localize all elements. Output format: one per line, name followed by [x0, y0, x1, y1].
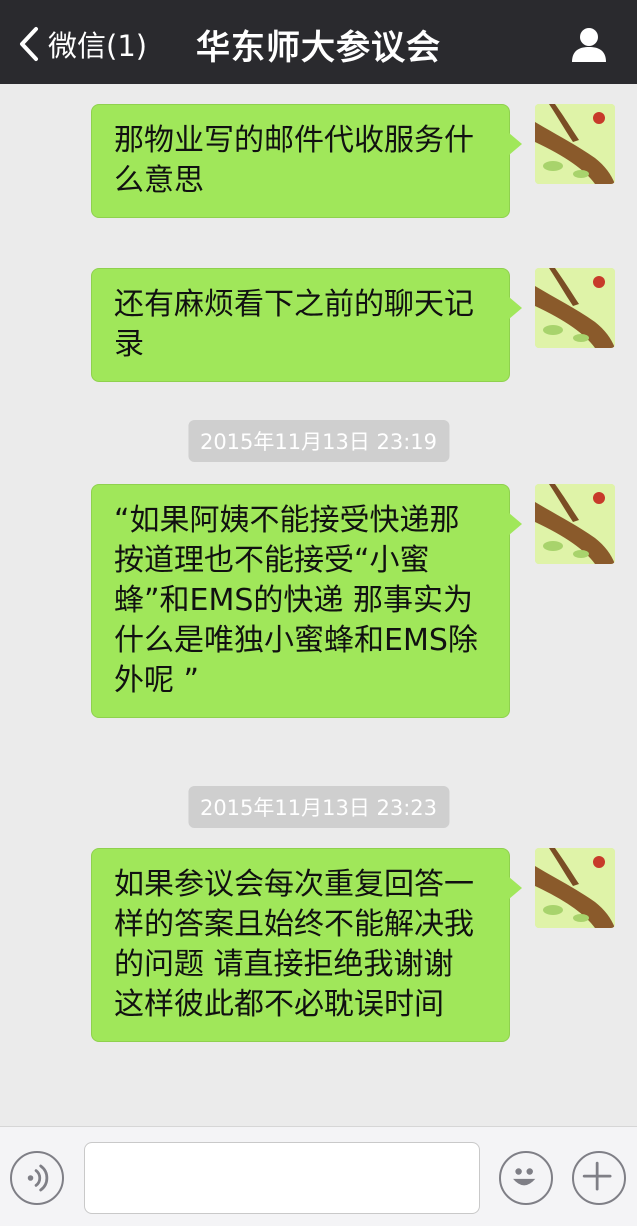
voice-button[interactable]: [10, 1151, 64, 1205]
plus-icon: [582, 1161, 612, 1191]
user-icon[interactable]: [569, 24, 609, 64]
voice-icon: [27, 1164, 49, 1192]
emoji-icon: [513, 1168, 536, 1186]
message-bubble[interactable]: 如果参议会每次重复回答一样的答案且始终不能解决我的问题 请直接拒绝我谢谢 这样彼…: [91, 848, 522, 1042]
more-button[interactable]: [572, 1151, 626, 1205]
avatar[interactable]: [535, 104, 615, 184]
avatar-image: [535, 484, 615, 564]
message-input[interactable]: [84, 1142, 480, 1214]
message-timestamp: 2015年11月13日 23:23: [187, 786, 450, 828]
chat-title: 华东师大参议会: [0, 20, 637, 69]
avatar[interactable]: [535, 848, 615, 928]
message-bubble[interactable]: 那物业写的邮件代收服务什么意思: [91, 104, 522, 218]
avatar-image: [535, 104, 615, 184]
input-toolbar: [0, 1126, 637, 1226]
chat-area: 那物业写的邮件代收服务什么意思 还有麻烦看下之前的聊天记录 2015年11月13…: [0, 84, 637, 1126]
chat-title-text: 华东师大参议会: [196, 28, 441, 68]
avatar[interactable]: [535, 484, 615, 564]
message-timestamp: 2015年11月13日 23:19: [187, 420, 450, 462]
emoji-button[interactable]: [499, 1151, 553, 1205]
message-bubble[interactable]: “如果阿姨不能接受快递那按道理也不能接受“小蜜蜂”和EMS的快递 那事实为什么是…: [91, 484, 522, 718]
avatar[interactable]: [535, 268, 615, 348]
avatar-image: [535, 268, 615, 348]
top-nav-bar: 微信(1) 华东师大参议会: [0, 0, 637, 84]
message-bubble[interactable]: 还有麻烦看下之前的聊天记录: [91, 268, 522, 382]
avatar-image: [535, 848, 615, 928]
